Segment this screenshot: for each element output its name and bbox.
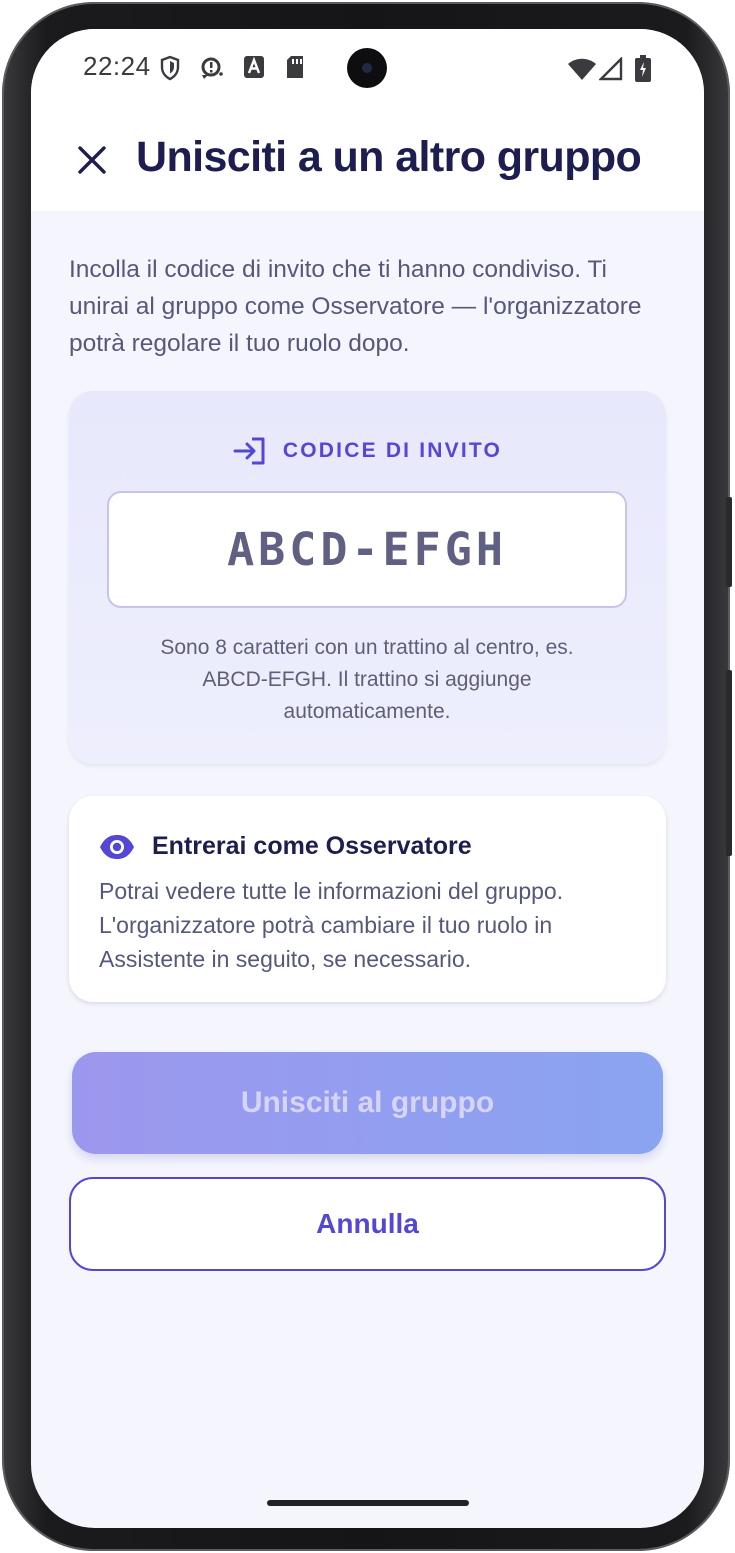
- invite-code-help-text: Sono 8 caratteri con un trattino al cent…: [160, 636, 574, 723]
- home-indicator[interactable]: [267, 1500, 469, 1506]
- observer-card-description: Potrai vedere tutte le informazioni del …: [99, 878, 564, 972]
- invite-code-label: CODICE DI INVITO: [69, 436, 666, 466]
- eye-icon: [99, 834, 135, 865]
- close-icon: [78, 146, 106, 174]
- cell-signal-icon: [598, 56, 623, 86]
- invite-code-label-text: CODICE DI INVITO: [282, 439, 503, 462]
- join-group-button[interactable]: Unisciti al gruppo: [72, 1052, 663, 1154]
- sync-alert-icon: [199, 55, 225, 86]
- shield-icon: [159, 55, 181, 86]
- power-button: [726, 497, 732, 587]
- close-button[interactable]: [69, 137, 115, 183]
- intro-text: Incolla il codice di invito che ti hanno…: [69, 256, 642, 357]
- wifi-icon: [567, 57, 597, 86]
- volume-button: [726, 670, 732, 856]
- cancel-button[interactable]: Annulla: [69, 1177, 666, 1271]
- page-title: Unisciti a un altro gruppo: [136, 133, 642, 181]
- font-a-icon: [243, 55, 265, 84]
- status-bar: 22:24: [31, 29, 704, 111]
- front-camera: [347, 48, 387, 88]
- invite-code-card: CODICE DI INVITO Sono 8 caratteri con un…: [69, 391, 666, 764]
- invite-code-input[interactable]: [107, 491, 627, 608]
- phone-frame: 22:24 Unisciti a un altro gruppo Incolla…: [2, 2, 732, 1551]
- sd-card-icon: [285, 55, 305, 84]
- observer-info-card: Entrerai come Osservatore Potrai vedere …: [69, 796, 666, 1002]
- status-time: 22:24: [83, 51, 151, 81]
- battery-charging-icon: [634, 55, 652, 88]
- observer-card-title: Entrerai come Osservatore: [152, 832, 472, 860]
- top-app-bar: Unisciti a un altro gruppo: [31, 111, 704, 211]
- login-icon: [233, 437, 265, 465]
- app-screen: 22:24 Unisciti a un altro gruppo Incolla…: [31, 29, 704, 1528]
